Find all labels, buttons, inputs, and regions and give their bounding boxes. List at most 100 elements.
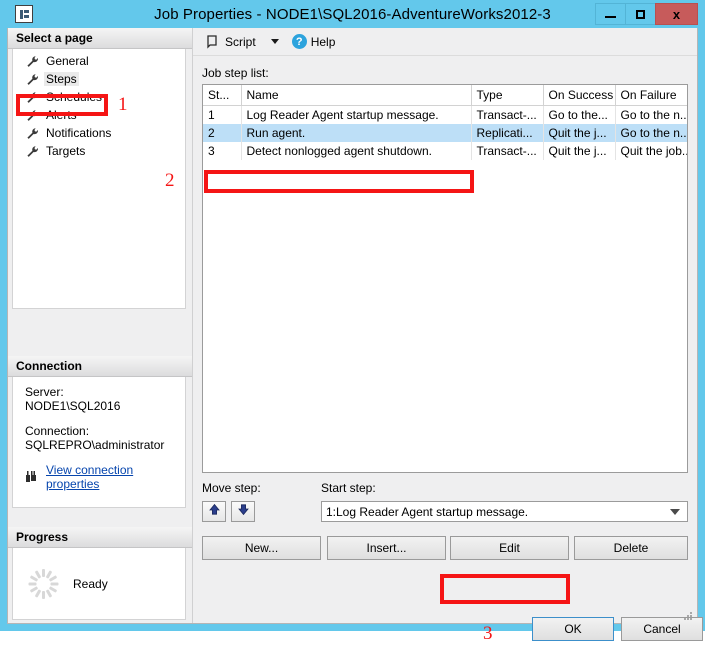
steps-page-content: Job step list: St... Name Type On Succes…	[193, 56, 697, 623]
start-step-label: Start step:	[321, 481, 376, 495]
column-header-on-failure[interactable]: On Failure	[615, 85, 687, 106]
ok-button[interactable]: OK	[532, 617, 614, 641]
maximize-button[interactable]	[625, 3, 656, 25]
sidebar-item-notifications[interactable]: Notifications	[13, 125, 185, 141]
sidebar-item-alerts[interactable]: Alerts	[13, 107, 185, 123]
progress-block: Progress Ready	[8, 527, 192, 620]
server-value: NODE1\SQL2016	[25, 399, 121, 413]
sidebar-item-general[interactable]: General	[13, 53, 185, 69]
cell-type: Transact-...	[471, 141, 544, 160]
view-connection-properties-link[interactable]: View connection properties	[46, 463, 175, 491]
cell-name: Run agent.	[241, 123, 472, 142]
help-label: Help	[310, 34, 336, 49]
view-connection-properties-row[interactable]: View connection properties	[25, 463, 175, 491]
page-list: General Steps Schedules Alerts Notificat…	[12, 49, 186, 309]
resize-grip-icon[interactable]	[681, 608, 693, 620]
sidebar-item-label: Alerts	[46, 108, 77, 122]
close-button[interactable]: x	[655, 3, 698, 25]
table-row[interactable]: 3 Detect nonlogged agent shutdown. Trans…	[203, 141, 687, 160]
title-bar: Job Properties - NODE1\SQL2016-Adventure…	[7, 0, 698, 28]
dialog-toolbar: Script ? Help	[193, 28, 697, 56]
table-row[interactable]: 2 Run agent. Replicati... Quit the j... …	[203, 123, 687, 142]
new-step-button[interactable]: New...	[202, 536, 321, 560]
loading-spinner-icon	[27, 568, 59, 600]
move-step-label: Move step:	[202, 481, 261, 495]
chevron-down-icon[interactable]	[270, 39, 279, 44]
annotation-number-2: 2	[165, 170, 175, 191]
column-header-on-success[interactable]: On Success	[543, 85, 616, 106]
progress-status: Ready	[73, 576, 108, 591]
sidebar-item-steps[interactable]: Steps	[13, 71, 185, 87]
start-step-value: 1:Log Reader Agent startup message.	[326, 504, 529, 519]
wrench-icon	[26, 109, 39, 122]
connection-block: Connection Server: NODE1\SQL2016 Connect…	[8, 356, 192, 508]
sidebar-item-label: Schedules	[46, 90, 103, 104]
help-question-icon: ?	[291, 34, 307, 49]
wrench-icon	[26, 91, 39, 104]
progress-header: Progress	[8, 527, 192, 548]
sidebar-item-label: General	[46, 54, 89, 68]
sidebar-item-label: Targets	[46, 144, 86, 158]
script-button[interactable]: Script	[202, 32, 259, 51]
chevron-down-icon[interactable]	[670, 509, 680, 515]
server-label: Server:	[25, 385, 64, 399]
left-pane: Select a page General Steps Schedules Al…	[8, 28, 192, 623]
select-a-page-header: Select a page	[8, 28, 192, 49]
job-steps-table: St... Name Type On Success On Failure 1 …	[203, 85, 687, 160]
annotation-number-1: 1	[118, 94, 128, 115]
wrench-icon	[26, 127, 39, 140]
close-icon: x	[672, 6, 681, 22]
cell-name: Detect nonlogged agent shutdown.	[241, 141, 472, 160]
wrench-icon	[26, 145, 39, 158]
edit-step-button[interactable]: Edit	[450, 536, 569, 560]
connection-value: SQLREPRO\administrator	[25, 438, 165, 452]
sql-job-icon	[15, 5, 33, 23]
connection-properties-icon	[25, 470, 41, 484]
sidebar-item-label: Notifications	[46, 126, 112, 140]
column-header-type[interactable]: Type	[471, 85, 544, 106]
table-header-row: St... Name Type On Success On Failure	[203, 85, 687, 106]
cell-on-failure: Go to the n...	[615, 105, 687, 124]
script-label: Script	[225, 34, 256, 49]
move-step-up-button[interactable]	[202, 501, 226, 522]
column-header-name[interactable]: Name	[241, 85, 472, 106]
connection-header: Connection	[8, 356, 192, 377]
column-header-step[interactable]: St...	[203, 85, 242, 106]
sidebar-item-schedules[interactable]: Schedules	[13, 89, 185, 105]
job-step-list-label: Job step list:	[202, 66, 269, 80]
cell-step: 1	[203, 105, 242, 124]
arrow-down-icon	[237, 503, 250, 521]
wrench-icon	[26, 55, 39, 68]
cell-type: Replicati...	[471, 123, 544, 142]
connection-body: Server: NODE1\SQL2016 Connection: SQLREP…	[12, 377, 186, 508]
progress-body: Ready	[12, 548, 186, 620]
cell-on-failure: Quit the job...	[615, 141, 687, 160]
arrow-up-icon	[208, 503, 221, 521]
delete-step-button[interactable]: Delete	[574, 536, 688, 560]
script-icon	[205, 34, 220, 49]
job-step-list-grid[interactable]: St... Name Type On Success On Failure 1 …	[202, 84, 688, 473]
dialog-client-area: Select a page General Steps Schedules Al…	[7, 28, 703, 644]
sidebar-item-targets[interactable]: Targets	[13, 143, 185, 159]
cell-on-success: Quit the j...	[543, 141, 616, 160]
connection-label: Connection:	[25, 424, 90, 438]
start-step-select[interactable]: 1:Log Reader Agent startup message.	[321, 501, 688, 522]
job-properties-window: Job Properties - NODE1\SQL2016-Adventure…	[0, 0, 705, 644]
insert-step-button[interactable]: Insert...	[327, 536, 446, 560]
window-controls: x	[595, 3, 698, 25]
cell-on-failure: Go to the n...	[615, 123, 687, 142]
cell-step: 2	[203, 123, 242, 142]
minimize-button[interactable]	[595, 3, 626, 25]
move-step-down-button[interactable]	[231, 501, 255, 522]
cell-step: 3	[203, 141, 242, 160]
table-row[interactable]: 1 Log Reader Agent startup message. Tran…	[203, 105, 687, 124]
cell-type: Transact-...	[471, 105, 544, 124]
wrench-icon	[26, 73, 39, 86]
sidebar-item-label: Steps	[44, 72, 79, 86]
annotation-number-3: 3	[483, 623, 493, 644]
cell-on-success: Quit the j...	[543, 123, 616, 142]
cell-on-success: Go to the...	[543, 105, 616, 124]
help-button[interactable]: ? Help	[289, 32, 339, 51]
right-pane: Script ? Help Job step list: St... Name	[192, 28, 697, 623]
cell-name: Log Reader Agent startup message.	[241, 105, 472, 124]
